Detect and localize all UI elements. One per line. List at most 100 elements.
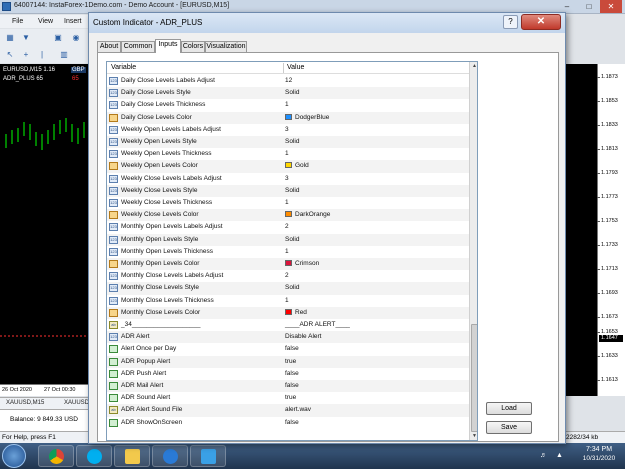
vertical-line-icon[interactable]: | — [36, 49, 48, 60]
cursor-icon[interactable]: ↖ — [4, 49, 16, 60]
input-row[interactable]: ADR ShowOnScreen false — [107, 416, 469, 429]
input-value-text: DarkOrange — [295, 211, 331, 219]
input-row[interactable]: Weekly Open Levels Color Gold — [107, 160, 469, 173]
input-value[interactable]: 1 — [285, 150, 289, 157]
scroll-up-icon[interactable]: ▲ — [470, 62, 477, 70]
input-row[interactable]: 123 Monthly Close Levels Style Solid — [107, 282, 469, 295]
input-row[interactable]: 123 Monthly Open Levels Style Solid — [107, 233, 469, 246]
input-value[interactable]: 3 — [285, 175, 289, 182]
save-button[interactable]: Save — [486, 421, 532, 434]
input-row[interactable]: 123 Weekly Close Levels Labels Adjust 3 — [107, 172, 469, 185]
input-value[interactable]: Solid — [285, 89, 299, 96]
chart-tab[interactable]: XAUUSD — [64, 400, 89, 406]
input-row[interactable]: 123 Monthly Open Levels Labels Adjust 2 — [107, 221, 469, 234]
input-value[interactable]: true — [285, 394, 296, 401]
input-row[interactable]: ab ADR Alert Sound File alert.wav — [107, 404, 469, 417]
input-row[interactable]: Weekly Close Levels Color DarkOrange — [107, 209, 469, 222]
system-clock[interactable]: 7:34 PM 10/31/2020 — [574, 446, 624, 462]
menu-view[interactable]: View — [38, 18, 53, 25]
input-row[interactable]: 123 Weekly Open Levels Thickness 1 — [107, 148, 469, 161]
input-row[interactable]: 123 Monthly Close Levels Thickness 1 — [107, 294, 469, 307]
dialog-title-bar[interactable]: Custom Indicator - ADR_PLUS ? ✕ — [89, 13, 565, 33]
taskbar-ie[interactable] — [152, 445, 188, 467]
input-value[interactable]: 3 — [285, 126, 289, 133]
input-value[interactable]: Solid — [285, 236, 299, 243]
taskbar-explorer[interactable] — [114, 445, 150, 467]
taskbar-metatrader[interactable] — [190, 445, 226, 467]
dialog-close-button[interactable]: ✕ — [521, 14, 561, 30]
scrollbar-thumb[interactable] — [471, 324, 477, 432]
close-icon[interactable]: ✕ — [600, 0, 622, 13]
tab-inputs[interactable]: Inputs — [155, 39, 181, 53]
input-row[interactable]: 123 ADR Alert Disable Alert — [107, 331, 469, 344]
column-value[interactable]: Value — [287, 64, 304, 71]
input-value[interactable]: Gold — [285, 162, 309, 169]
inputs-grid: Variable Value 123 Daily Close Levels Lab… — [106, 61, 478, 441]
input-row[interactable]: Daily Close Levels Color DodgerBlue — [107, 111, 469, 124]
input-value[interactable]: 1 — [285, 101, 289, 108]
input-value[interactable]: false — [285, 382, 299, 389]
input-value[interactable]: false — [285, 419, 299, 426]
taskbar-skype[interactable] — [76, 445, 112, 467]
input-value[interactable]: 2 — [285, 223, 289, 230]
input-row[interactable]: ADR Popup Alert true — [107, 355, 469, 368]
input-row[interactable]: 123 Weekly Open Levels Style Solid — [107, 136, 469, 149]
input-value[interactable]: Disable Alert — [285, 333, 322, 340]
input-value[interactable]: Red — [285, 308, 307, 316]
input-row[interactable]: Monthly Close Levels Color Red — [107, 306, 469, 319]
input-row[interactable]: Alert Once per Day false — [107, 343, 469, 356]
network-icon[interactable]: ▲ — [556, 452, 563, 459]
input-row[interactable]: 123 Weekly Close Levels Style Solid — [107, 184, 469, 197]
input-value[interactable]: false — [285, 345, 299, 352]
input-value[interactable]: false — [285, 370, 299, 377]
input-row[interactable]: 123 Weekly Open Levels Labels Adjust 3 — [107, 123, 469, 136]
crosshair-icon[interactable]: + — [20, 49, 32, 60]
profiles-icon[interactable]: ▼ — [20, 32, 32, 43]
input-value[interactable]: 12 — [285, 77, 292, 84]
input-value[interactable]: ____ADR ALERT____ — [285, 321, 350, 328]
input-row[interactable]: 123 Daily Close Levels Labels Adjust 12 — [107, 75, 469, 88]
price-chart-right-edge[interactable] — [565, 64, 597, 396]
input-row[interactable]: ADR Sound Alert true — [107, 392, 469, 405]
input-row[interactable]: ab _34___________________ ____ADR ALERT___… — [107, 319, 469, 332]
input-value[interactable]: true — [285, 358, 296, 365]
menu-file[interactable]: File — [12, 18, 23, 25]
volume-icon[interactable]: ♬ — [540, 452, 547, 459]
input-value[interactable]: Crimson — [285, 260, 319, 267]
price-chart[interactable]: EURUSD,M15 1.16 ADR_PLUS 65 GBP 65 — [0, 64, 92, 396]
input-row[interactable]: 123 Daily Close Levels Style Solid — [107, 87, 469, 100]
input-row[interactable]: 123 Weekly Close Levels Thickness 1 — [107, 197, 469, 210]
input-value[interactable]: 2 — [285, 272, 289, 279]
input-value[interactable]: alert.wav — [285, 406, 311, 413]
new-chart-icon[interactable]: ▦ — [4, 32, 16, 43]
menu-insert[interactable]: Insert — [64, 18, 82, 25]
taskbar-chrome[interactable] — [38, 445, 74, 467]
input-value[interactable]: Solid — [285, 187, 299, 194]
int-param-icon: 123 — [109, 272, 118, 281]
input-value[interactable]: 1 — [285, 297, 289, 304]
input-row[interactable]: 123 Monthly Close Levels Labels Adjust 2 — [107, 270, 469, 283]
input-value[interactable]: Solid — [285, 284, 299, 291]
input-row[interactable]: Monthly Open Levels Color Crimson — [107, 258, 469, 271]
column-separator[interactable] — [283, 63, 284, 73]
column-variable[interactable]: Variable — [111, 64, 136, 71]
grid-scrollbar[interactable]: ▲ ▼ — [469, 62, 477, 440]
market-watch-icon[interactable]: ▣ — [52, 32, 64, 43]
load-button[interactable]: Load — [486, 402, 532, 415]
navigator-icon[interactable]: ◉ — [70, 32, 82, 43]
help-button[interactable]: ? — [503, 15, 518, 29]
input-value[interactable]: Solid — [285, 138, 299, 145]
input-value[interactable]: 1 — [285, 248, 289, 255]
input-value[interactable]: DarkOrange — [285, 211, 330, 218]
start-button[interactable] — [2, 444, 26, 468]
input-row[interactable]: 123 Daily Close Levels Thickness 1 — [107, 99, 469, 112]
input-value[interactable]: 1 — [285, 199, 289, 206]
input-row[interactable]: ADR Mail Alert false — [107, 380, 469, 393]
input-row[interactable]: ADR Push Alert false — [107, 367, 469, 380]
input-row[interactable]: 123 Monthly Open Levels Thickness 1 — [107, 245, 469, 258]
scroll-down-icon[interactable]: ▼ — [470, 432, 477, 440]
bar-chart-icon[interactable]: ▥ — [58, 49, 70, 60]
maximize-icon[interactable]: □ — [578, 0, 600, 13]
input-value[interactable]: DodgerBlue — [285, 113, 329, 121]
chart-tab[interactable]: XAUUSD,M15 — [6, 400, 44, 406]
